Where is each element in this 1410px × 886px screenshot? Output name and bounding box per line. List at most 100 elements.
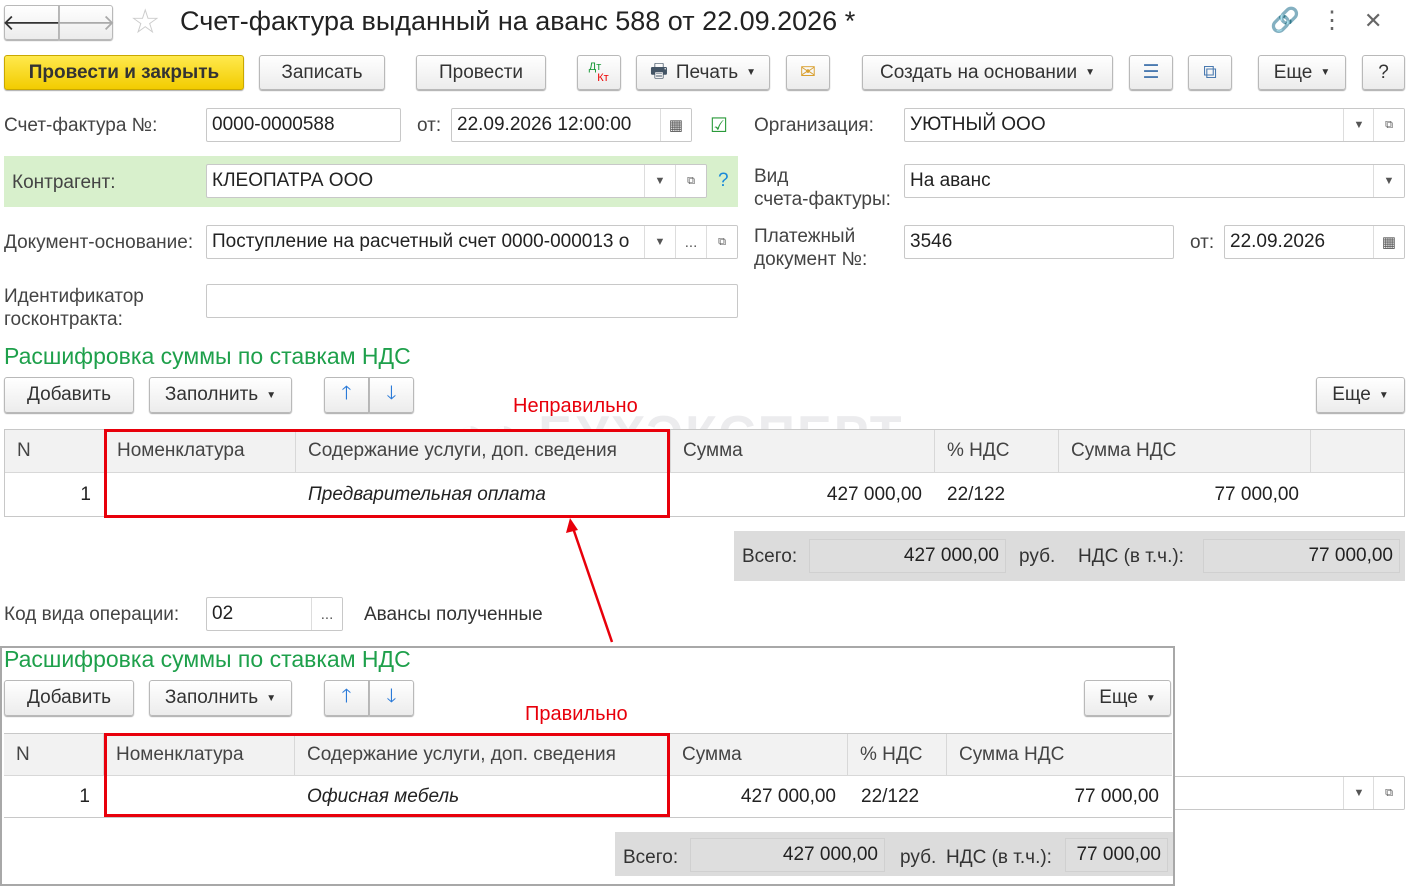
more-label: Еще xyxy=(1099,687,1138,708)
open-icon[interactable]: ⧉ xyxy=(1373,109,1404,141)
kind-label-2: счета-фактуры: xyxy=(754,189,891,210)
col-n[interactable]: N xyxy=(4,734,104,775)
vat-total-label: НДС (в т.ч.): xyxy=(1078,546,1184,567)
col-sum[interactable]: Сумма xyxy=(670,734,848,775)
calendar-icon[interactable]: ▦ xyxy=(660,109,691,141)
arrow-down-icon[interactable]: 🡓 xyxy=(369,680,414,716)
paydoc-from-label: от: xyxy=(1190,232,1215,253)
col-vat-rate[interactable]: % НДС xyxy=(935,430,1059,472)
opcode-label: Код вида операции: xyxy=(4,604,180,625)
structure-icon[interactable]: ⧉ xyxy=(1188,55,1232,90)
gov-label-2: госконтракта: xyxy=(4,309,123,330)
dtkt-button[interactable]: Дт Кт xyxy=(577,55,621,90)
base-doc-input[interactable]: Поступление на расчетный счет 0000-00001… xyxy=(206,225,738,259)
paydoc-input[interactable]: 3546 xyxy=(904,225,1174,259)
cell-vat-sum: 77 000,00 xyxy=(1074,786,1159,807)
cell-vat-rate: 22/122 xyxy=(861,786,920,807)
save-button[interactable]: Записать xyxy=(259,55,385,90)
org-input[interactable]: УЮТНЫЙ ООО ▼ ⧉ xyxy=(904,108,1405,142)
cell-sum: 427 000,00 xyxy=(740,786,836,807)
help-button[interactable]: ? xyxy=(1362,55,1405,90)
vat-total-label: НДС (в т.ч.): xyxy=(946,847,1052,868)
gov-contract-input[interactable] xyxy=(206,284,738,318)
kind-value: На аванс xyxy=(910,170,991,191)
open-icon[interactable]: ⧉ xyxy=(1373,777,1404,809)
date-from-label: от: xyxy=(417,115,442,136)
chevron-down-icon[interactable]: ▼ xyxy=(1343,777,1374,809)
wrong-highlight-box xyxy=(104,429,670,518)
contractor-label: Контрагент: xyxy=(12,172,116,193)
more-button[interactable]: Еще ▼ xyxy=(1084,680,1171,716)
opcode-input[interactable]: 02... xyxy=(206,597,343,631)
kind-select[interactable]: На аванс ▼ xyxy=(904,164,1405,198)
chevron-down-icon[interactable]: ▼ xyxy=(1343,109,1374,141)
print-label: Печать xyxy=(675,61,739,83)
create-based-label: Создать на основании xyxy=(879,61,1078,83)
fill-button[interactable]: Заполнить ▼ xyxy=(149,680,292,716)
help-icon[interactable]: ? xyxy=(718,170,729,192)
hidden-field-input[interactable]: ▼ ⧉ xyxy=(1170,776,1405,810)
invoice-date-input[interactable]: 22.09.2026 12:00:00 ▦ xyxy=(451,108,692,142)
col-n[interactable]: N xyxy=(5,430,105,472)
print-button[interactable]: 🖶 Печать ▼ xyxy=(636,55,770,90)
col-vat-sum[interactable]: Сумма НДС xyxy=(1059,430,1311,472)
col-vat-sum[interactable]: Сумма НДС xyxy=(947,734,1172,775)
post-and-close-button[interactable]: Провести и закрыть xyxy=(4,55,244,90)
add-button[interactable]: Добавить xyxy=(4,680,134,716)
paydoc-label-1: Платежный xyxy=(754,226,856,247)
chevron-down-icon[interactable]: ▼ xyxy=(644,165,675,197)
more-button[interactable]: Еще ▼ xyxy=(1316,377,1405,413)
org-value: УЮТНЫЙ ООО xyxy=(910,114,1046,135)
more-vert-icon[interactable]: ⋮ xyxy=(1320,6,1344,35)
forward-button[interactable]: 🡒 xyxy=(57,5,116,40)
close-icon[interactable]: ✕ xyxy=(1364,8,1382,34)
cell-vat-sum: 77 000,00 xyxy=(1214,484,1299,505)
org-label: Организация: xyxy=(754,115,874,136)
total-value: 427 000,00 xyxy=(690,838,885,872)
more-label: Еще xyxy=(1273,61,1313,83)
base-doc-label: Документ-основание: xyxy=(4,232,194,253)
fill-button[interactable]: Заполнить ▼ xyxy=(149,377,292,413)
fill-label: Заполнить xyxy=(164,384,259,405)
opcode-description: Авансы полученные xyxy=(364,604,543,625)
create-based-on-button[interactable]: Создать на основании ▼ xyxy=(862,55,1113,90)
section-title: Расшифровка суммы по ставкам НДС xyxy=(4,646,411,672)
chevron-down-icon[interactable]: ▼ xyxy=(1373,165,1404,197)
printer-icon: 🖶 xyxy=(649,60,668,82)
link-icon[interactable]: 🔗 xyxy=(1270,6,1300,35)
invoice-date-value: 22.09.2026 12:00:00 xyxy=(457,114,632,135)
currency-label: руб. xyxy=(900,847,937,868)
contractor-input[interactable]: КЛЕОПАТРА ООО ▼ ⧉ xyxy=(206,164,707,198)
totals-panel: Всего: 427 000,00 руб. НДС (в т.ч.): 77 … xyxy=(734,531,1405,581)
totals-panel: Всего: 427 000,00 руб. НДС (в т.ч.): 77 … xyxy=(615,832,1173,876)
col-vat-rate[interactable]: % НДС xyxy=(848,734,947,775)
open-icon[interactable]: ⧉ xyxy=(706,226,737,258)
back-button[interactable]: 🡐 xyxy=(2,5,61,40)
check-doc-icon[interactable]: ☑ xyxy=(710,113,728,138)
ellipsis-icon[interactable]: ... xyxy=(675,226,706,258)
opcode-value: 02 xyxy=(212,603,234,624)
correct-annotation: Правильно xyxy=(525,703,628,725)
email-icon[interactable]: ✉ xyxy=(786,55,830,90)
arrow-down-icon[interactable]: 🡓 xyxy=(369,377,414,413)
arrow-left-icon: 🡐 xyxy=(2,9,61,35)
cell-sum: 427 000,00 xyxy=(826,484,922,505)
chevron-down-icon[interactable]: ▼ xyxy=(644,226,675,258)
ellipsis-icon[interactable]: ... xyxy=(311,598,342,630)
fill-label: Заполнить xyxy=(164,687,259,708)
col-sum[interactable]: Сумма xyxy=(671,430,935,472)
calendar-icon[interactable]: ▦ xyxy=(1373,226,1404,258)
post-button[interactable]: Провести xyxy=(416,55,546,90)
dt-label: Дт xyxy=(588,60,602,73)
paydoc-date-input[interactable]: 22.09.2026 ▦ xyxy=(1224,225,1405,259)
add-button[interactable]: Добавить xyxy=(4,377,134,413)
open-icon[interactable]: ⧉ xyxy=(675,165,706,197)
list-icon[interactable]: ☰ xyxy=(1129,55,1173,90)
arrow-up-icon[interactable]: 🡑 xyxy=(324,680,369,716)
more-button[interactable]: Еще ▼ xyxy=(1258,55,1346,90)
vat-total-value: 77 000,00 xyxy=(1065,838,1168,872)
base-doc-value: Поступление на расчетный счет 0000-00001… xyxy=(212,231,630,252)
invoice-no-input[interactable]: 0000-0000588 xyxy=(206,108,401,142)
star-icon[interactable]: ☆ xyxy=(130,2,160,42)
arrow-up-icon[interactable]: 🡑 xyxy=(324,377,369,413)
